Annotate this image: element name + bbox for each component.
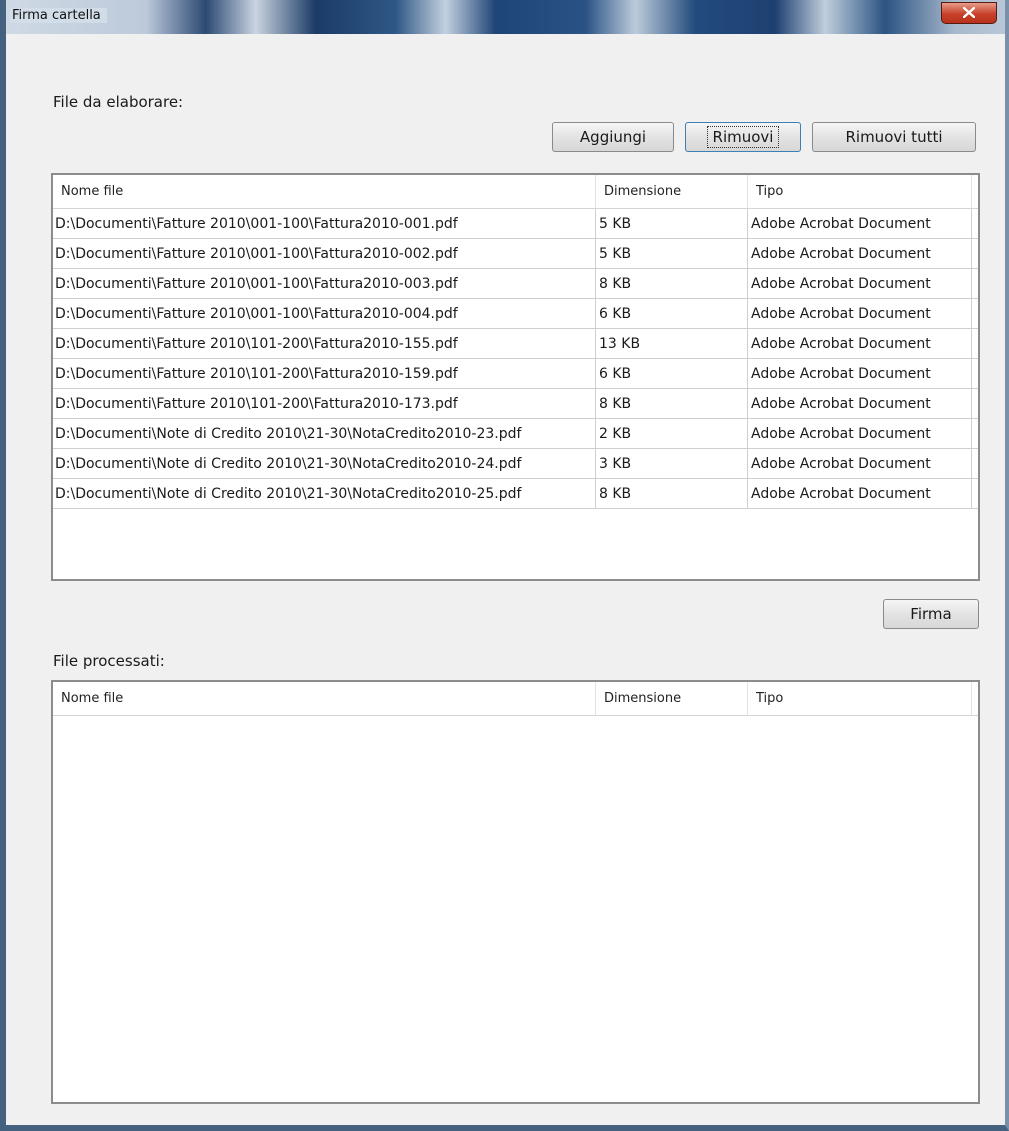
file-type-cell: Adobe Acrobat Document	[748, 419, 972, 448]
file-type-cell: Adobe Acrobat Document	[748, 239, 972, 268]
window-title: Firma cartella	[10, 8, 107, 23]
processed-label: File processati:	[53, 652, 165, 670]
file-size-cell: 8 KB	[596, 479, 748, 508]
file-name-cell: D:\Documenti\Fatture 2010\101-200\Fattur…	[53, 329, 596, 358]
file-type-cell: Adobe Acrobat Document	[748, 389, 972, 418]
file-type-cell: Adobe Acrobat Document	[748, 329, 972, 358]
file-size-cell: 8 KB	[596, 269, 748, 298]
close-icon	[963, 7, 975, 18]
file-type-cell: Adobe Acrobat Document	[748, 269, 972, 298]
file-type-cell: Adobe Acrobat Document	[748, 209, 972, 238]
column-header-size[interactable]: Dimensione	[596, 175, 748, 208]
queue-list-header: Nome file Dimensione Tipo	[53, 175, 978, 209]
table-row[interactable]: D:\Documenti\Fatture 2010\101-200\Fattur…	[53, 389, 978, 419]
table-row[interactable]: D:\Documenti\Fatture 2010\101-200\Fattur…	[53, 329, 978, 359]
file-name-cell: D:\Documenti\Note di Credito 2010\21-30\…	[53, 479, 596, 508]
column-header-type[interactable]: Tipo	[748, 682, 972, 715]
table-row[interactable]: D:\Documenti\Fatture 2010\001-100\Fattur…	[53, 239, 978, 269]
file-size-cell: 2 KB	[596, 419, 748, 448]
remove-button-label: Rimuovi	[706, 126, 780, 148]
file-name-cell: D:\Documenti\Fatture 2010\101-200\Fattur…	[53, 389, 596, 418]
file-name-cell: D:\Documenti\Fatture 2010\001-100\Fattur…	[53, 209, 596, 238]
table-row[interactable]: D:\Documenti\Note di Credito 2010\21-30\…	[53, 449, 978, 479]
add-button-label: Aggiungi	[579, 128, 647, 146]
table-row[interactable]: D:\Documenti\Fatture 2010\001-100\Fattur…	[53, 269, 978, 299]
file-name-cell: D:\Documenti\Fatture 2010\001-100\Fattur…	[53, 269, 596, 298]
column-header-size[interactable]: Dimensione	[596, 682, 748, 715]
table-row[interactable]: D:\Documenti\Fatture 2010\001-100\Fattur…	[53, 209, 978, 239]
sign-button-label: Firma	[910, 605, 952, 623]
column-header-type[interactable]: Tipo	[748, 175, 972, 208]
file-size-cell: 13 KB	[596, 329, 748, 358]
file-size-cell: 5 KB	[596, 209, 748, 238]
file-type-cell: Adobe Acrobat Document	[748, 299, 972, 328]
file-name-cell: D:\Documenti\Fatture 2010\001-100\Fattur…	[53, 299, 596, 328]
table-row[interactable]: D:\Documenti\Fatture 2010\001-100\Fattur…	[53, 299, 978, 329]
processed-list-header: Nome file Dimensione Tipo	[53, 682, 978, 716]
table-row[interactable]: D:\Documenti\Note di Credito 2010\21-30\…	[53, 419, 978, 449]
title-bar[interactable]: Firma cartella	[6, 0, 1005, 34]
add-button[interactable]: Aggiungi	[552, 122, 674, 152]
sign-button[interactable]: Firma	[883, 599, 979, 629]
processed-file-list[interactable]: Nome file Dimensione Tipo	[51, 680, 980, 1104]
remove-all-button[interactable]: Rimuovi tutti	[812, 122, 976, 152]
queue-rows: D:\Documenti\Fatture 2010\001-100\Fattur…	[53, 209, 978, 509]
file-size-cell: 6 KB	[596, 299, 748, 328]
remove-button[interactable]: Rimuovi	[685, 122, 801, 152]
table-row[interactable]: D:\Documenti\Fatture 2010\101-200\Fattur…	[53, 359, 978, 389]
file-name-cell: D:\Documenti\Fatture 2010\101-200\Fattur…	[53, 359, 596, 388]
column-header-name[interactable]: Nome file	[53, 682, 596, 715]
table-row[interactable]: D:\Documenti\Note di Credito 2010\21-30\…	[53, 479, 978, 509]
queue-file-list[interactable]: Nome file Dimensione Tipo D:\Documenti\F…	[51, 173, 980, 581]
close-button[interactable]	[941, 2, 997, 24]
file-type-cell: Adobe Acrobat Document	[748, 479, 972, 508]
file-size-cell: 3 KB	[596, 449, 748, 478]
file-type-cell: Adobe Acrobat Document	[748, 449, 972, 478]
file-type-cell: Adobe Acrobat Document	[748, 359, 972, 388]
queue-label: File da elaborare:	[53, 93, 184, 111]
file-name-cell: D:\Documenti\Fatture 2010\001-100\Fattur…	[53, 239, 596, 268]
remove-all-button-label: Rimuovi tutti	[845, 128, 943, 146]
file-size-cell: 8 KB	[596, 389, 748, 418]
file-size-cell: 5 KB	[596, 239, 748, 268]
file-name-cell: D:\Documenti\Note di Credito 2010\21-30\…	[53, 449, 596, 478]
dialog-window: Firma cartella File da elaborare: Aggiun…	[0, 0, 1009, 1131]
column-header-name[interactable]: Nome file	[53, 175, 596, 208]
file-name-cell: D:\Documenti\Note di Credito 2010\21-30\…	[53, 419, 596, 448]
file-size-cell: 6 KB	[596, 359, 748, 388]
